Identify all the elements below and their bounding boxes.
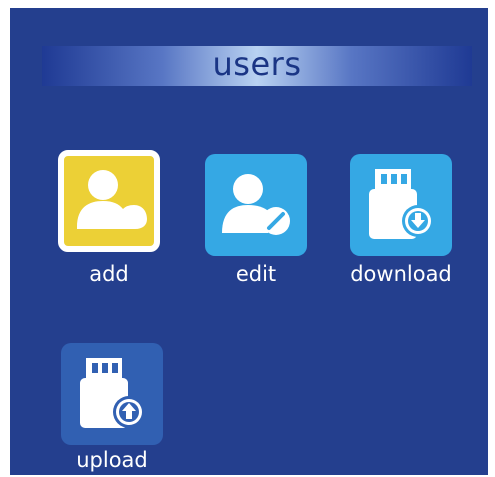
usb-download-icon — [369, 169, 434, 239]
users-menu-screen: users add edit download upload — [10, 8, 488, 475]
add-label: add — [89, 262, 129, 286]
add-user-icon — [77, 170, 147, 229]
title-bar: users — [42, 46, 472, 86]
download-label: download — [350, 262, 452, 286]
page-title: users — [212, 45, 302, 83]
usb-upload-icon — [80, 358, 145, 428]
download-button[interactable] — [350, 154, 452, 256]
edit-user-button[interactable] — [205, 154, 307, 256]
upload-button[interactable] — [61, 343, 163, 445]
add-user-button[interactable] — [58, 150, 160, 252]
upload-label: upload — [76, 448, 148, 472]
edit-label: edit — [235, 262, 277, 286]
edit-user-icon — [222, 174, 290, 235]
